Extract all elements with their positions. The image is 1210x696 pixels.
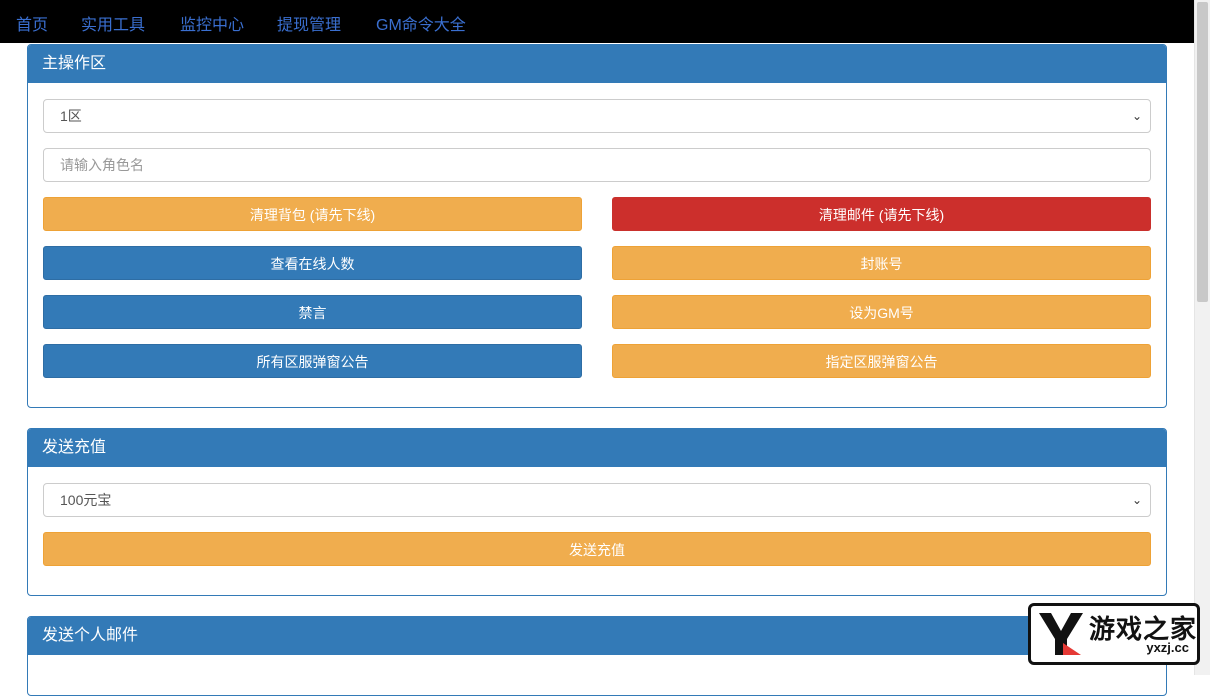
top-nav-bar: 首页 实用工具 监控中心 提现管理 GM命令大全 <box>0 0 1194 43</box>
ban-account-button[interactable]: 封账号 <box>612 246 1151 280</box>
mail-panel-title: 发送个人邮件 <box>28 617 1166 655</box>
nav-item-tools[interactable]: 实用工具 <box>81 11 145 35</box>
mute-button[interactable]: 禁言 <box>43 295 582 329</box>
recharge-amount-value: 100元宝 <box>60 492 112 508</box>
personal-mail-panel: 发送个人邮件 <box>27 616 1167 696</box>
set-gm-button[interactable]: 设为GM号 <box>612 295 1151 329</box>
send-recharge-button[interactable]: 发送充值 <box>43 532 1151 566</box>
main-operation-panel: 主操作区 1区 ⌄ 请输入角色名 清理背包 (请先下线) 清理邮件 (请先下线)… <box>27 44 1167 408</box>
site-logo: 游戏之家 yxzj.cc <box>1028 603 1200 665</box>
recharge-amount-select[interactable]: 100元宝 ⌄ <box>43 483 1151 517</box>
clear-bag-button[interactable]: 清理背包 (请先下线) <box>43 197 582 231</box>
page-scrollbar[interactable] <box>1194 0 1210 675</box>
scrollbar-thumb[interactable] <box>1197 2 1208 302</box>
recharge-panel: 发送充值 100元宝 ⌄ 发送充值 <box>27 428 1167 596</box>
online-count-button[interactable]: 查看在线人数 <box>43 246 582 280</box>
yx-logo-icon <box>1039 613 1083 655</box>
nav-item-withdraw[interactable]: 提现管理 <box>277 11 341 35</box>
server-select-value: 1区 <box>60 108 82 124</box>
role-name-input[interactable]: 请输入角色名 <box>43 148 1151 182</box>
chevron-down-icon: ⌄ <box>1131 493 1142 507</box>
main-panel-title: 主操作区 <box>28 45 1166 83</box>
chevron-down-icon: ⌄ <box>1131 109 1142 123</box>
server-select[interactable]: 1区 ⌄ <box>43 99 1151 133</box>
recharge-panel-title: 发送充值 <box>28 429 1166 467</box>
logo-subtext: yxzj.cc <box>1146 640 1189 655</box>
clear-mail-button[interactable]: 清理邮件 (请先下线) <box>612 197 1151 231</box>
nav-item-home[interactable]: 首页 <box>16 11 48 35</box>
all-server-popup-button[interactable]: 所有区服弹窗公告 <box>43 344 582 378</box>
nav-item-monitor[interactable]: 监控中心 <box>180 11 244 35</box>
specific-server-popup-button[interactable]: 指定区服弹窗公告 <box>612 344 1151 378</box>
role-name-placeholder: 请输入角色名 <box>60 157 144 173</box>
nav-item-gm-commands[interactable]: GM命令大全 <box>376 11 466 35</box>
